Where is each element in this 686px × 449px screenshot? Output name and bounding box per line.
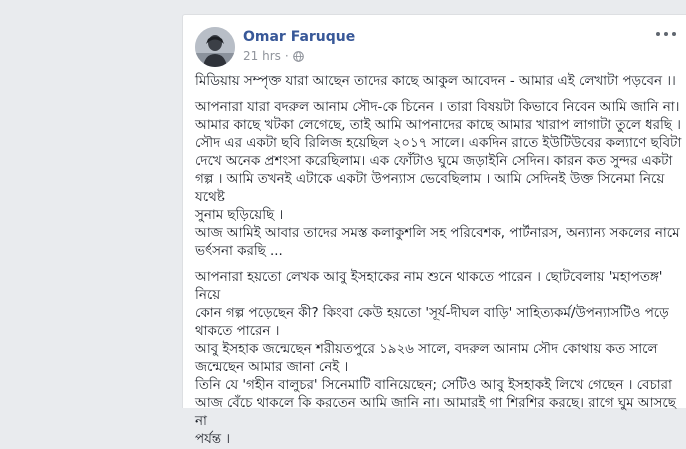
avatar-photo <box>195 27 235 67</box>
author-avatar[interactable] <box>195 27 235 67</box>
author-name[interactable]: Omar Faruque <box>243 29 355 45</box>
more-dot <box>656 32 660 36</box>
post-card: Omar Faruque 21 hrs · মিডিয়ায় সম্পৃক্ত… <box>182 14 686 447</box>
globe-icon[interactable] <box>292 50 304 62</box>
meta-separator: · <box>284 49 289 63</box>
post-paragraph-2: আপনারা যারা বদরুল আনাম সৌদ-কে চিনেন । তা… <box>195 100 682 259</box>
post-meta: 21 hrs · <box>243 49 304 63</box>
more-dot <box>664 32 668 36</box>
post-text: মিডিয়ায় সম্পৃক্ত যারা আছেন তাদের কাছে … <box>195 73 683 449</box>
more-options-icon[interactable] <box>656 27 676 41</box>
post-time[interactable]: 21 hrs <box>243 49 281 63</box>
post-paragraph-3: আপনারা হয়তো লেখক আবু ইসহাকের নাম শুনে থ… <box>195 270 676 447</box>
post-paragraph-1: মিডিয়ায় সম্পৃক্ত যারা আছেন তাদের কাছে … <box>195 74 676 89</box>
more-dot <box>672 32 676 36</box>
